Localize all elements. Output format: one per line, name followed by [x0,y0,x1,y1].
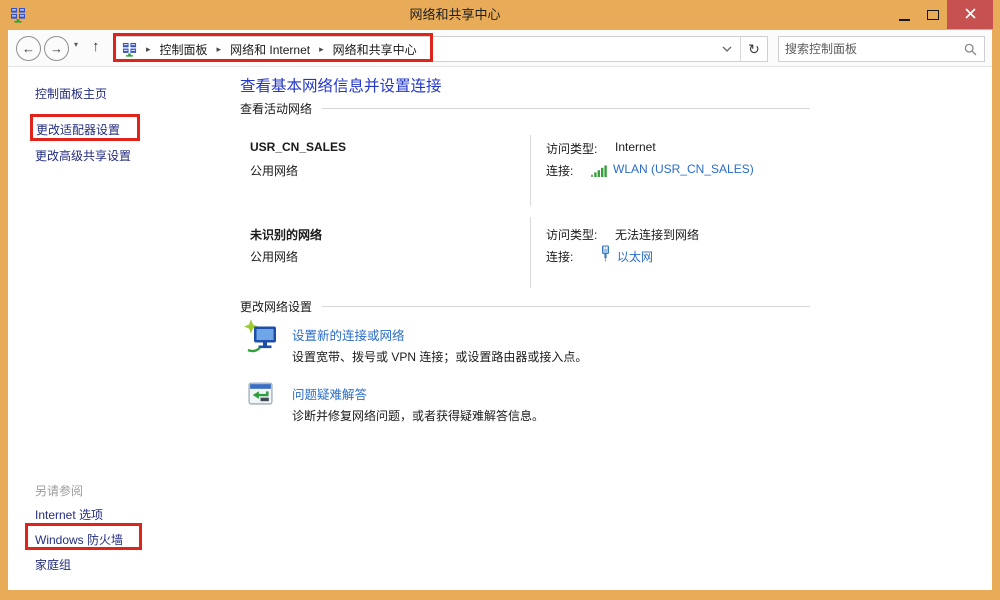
network-name: 未识别的网络 [250,226,322,243]
ethernet-icon [600,245,611,267]
access-type-label: 访问类型: [546,226,597,243]
ethernet-connection-link[interactable]: 以太网 [617,248,653,265]
access-type-value: Internet [615,140,656,154]
section-label: 查看活动网络 [240,100,312,117]
search-box [778,36,985,62]
back-icon: ← [22,41,35,56]
sidebar-item-internet-options[interactable]: Internet 选项 [35,506,103,523]
network-sharing-center-window: 网络和共享中心 ← → ▾ ↑ [0,0,1000,600]
network-profile: 公用网络 [250,248,298,265]
connections-label: 连接: [546,162,573,179]
sidebar-item-homegroup[interactable]: 家庭组 [35,556,71,573]
address-bar[interactable]: ▸ 控制面板 ▸ 网络和 Internet ▸ 网络和共享中心 ↻ [114,36,768,62]
network-profile: 公用网络 [250,162,298,179]
address-dropdown-button[interactable] [714,37,740,61]
network-name: USR_CN_SALES [250,140,346,154]
chevron-down-icon [722,46,732,52]
new-connection-icon [244,319,278,358]
titlebar: 网络和共享中心 [0,0,1000,30]
breadcrumb-network-icon [122,42,137,57]
breadcrumb-item-control-panel[interactable]: 控制面板 [160,41,208,58]
breadcrumb-item-network-internet[interactable]: 网络和 Internet [230,41,310,58]
search-input[interactable] [779,42,964,56]
close-icon [965,6,976,24]
troubleshoot-icon [248,381,273,411]
wlan-connection-link[interactable]: WLAN (USR_CN_SALES) [613,162,754,176]
minimize-button[interactable] [889,0,919,29]
task-description: 诊断并修复网络问题，或者获得疑难解答信息。 [292,407,544,424]
wifi-signal-icon [591,164,609,182]
chevron-down-icon: ▾ [74,40,78,49]
refresh-button[interactable]: ↻ [741,37,767,61]
window-title: 网络和共享中心 [0,0,910,30]
content-area [8,67,992,590]
up-arrow-icon: ↑ [92,38,100,55]
breadcrumb-item-network-sharing-center[interactable]: 网络和共享中心 [333,41,417,58]
sidebar-item-change-adapter-settings[interactable]: 更改适配器设置 [36,121,120,138]
forward-icon: → [50,41,63,56]
access-type-label: 访问类型: [546,140,597,157]
up-button[interactable]: ↑ [92,38,100,55]
refresh-icon: ↻ [748,41,760,58]
divider [322,108,810,109]
breadcrumb: ▸ 控制面板 ▸ 网络和 Internet ▸ 网络和共享中心 [115,41,714,58]
divider [530,135,531,206]
close-button[interactable] [947,0,993,29]
sidebar-item-change-advanced-sharing[interactable]: 更改高级共享设置 [35,147,131,164]
forward-button[interactable]: → [44,36,69,61]
divider [322,306,810,307]
see-also-header: 另请参阅 [35,482,83,499]
task-description: 设置宽带、拨号或 VPN 连接；或设置路由器或接入点。 [292,348,587,365]
sidebar-item-control-panel-home[interactable]: 控制面板主页 [35,85,107,102]
search-icon [964,43,977,56]
section-change-network-settings: 更改网络设置 [240,298,810,315]
section-label: 更改网络设置 [240,298,312,315]
section-view-active-networks: 查看活动网络 [240,100,810,117]
breadcrumb-separator-icon: ▸ [319,44,324,55]
breadcrumb-separator-icon: ▸ [146,44,151,55]
breadcrumb-separator-icon: ▸ [217,44,222,55]
back-button[interactable]: ← [16,36,41,61]
page-title: 查看基本网络信息并设置连接 [240,74,442,96]
connections-label: 连接: [546,248,573,265]
maximize-button[interactable] [919,0,947,29]
access-type-value: 无法连接到网络 [615,226,699,243]
setup-new-connection-link[interactable]: 设置新的连接或网络 [292,325,405,344]
divider [530,217,531,288]
toolbar: ← → ▾ ↑ [8,30,992,67]
recent-pages-dropdown[interactable]: ▾ [74,40,78,49]
troubleshoot-problems-link[interactable]: 问题疑难解答 [292,384,367,403]
sidebar-item-windows-firewall[interactable]: Windows 防火墙 [35,531,123,548]
